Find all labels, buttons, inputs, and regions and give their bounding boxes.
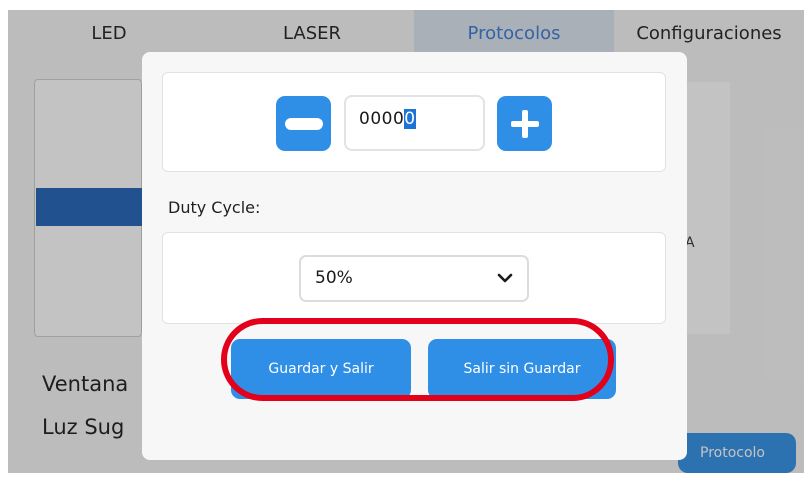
duty-cycle-value: 50% [315, 268, 353, 288]
stepper-card: 00000 [162, 72, 666, 172]
decrement-button[interactable] [276, 96, 331, 151]
plus-icon [510, 109, 539, 138]
increment-button[interactable] [497, 96, 552, 151]
chevron-down-icon [497, 273, 513, 283]
duty-cycle-card: 50% [162, 232, 666, 324]
highlight-annotation [221, 318, 614, 401]
app-screen: LED LASER Protocolos Configuraciones A V… [8, 10, 804, 473]
duty-cycle-label: Duty Cycle: [168, 198, 261, 217]
value-input[interactable]: 00000 [344, 95, 485, 151]
value-text: 0000 [359, 109, 405, 129]
duty-cycle-select[interactable]: 50% [299, 255, 529, 302]
value-selection: 0 [404, 109, 416, 129]
minus-icon [284, 117, 323, 130]
